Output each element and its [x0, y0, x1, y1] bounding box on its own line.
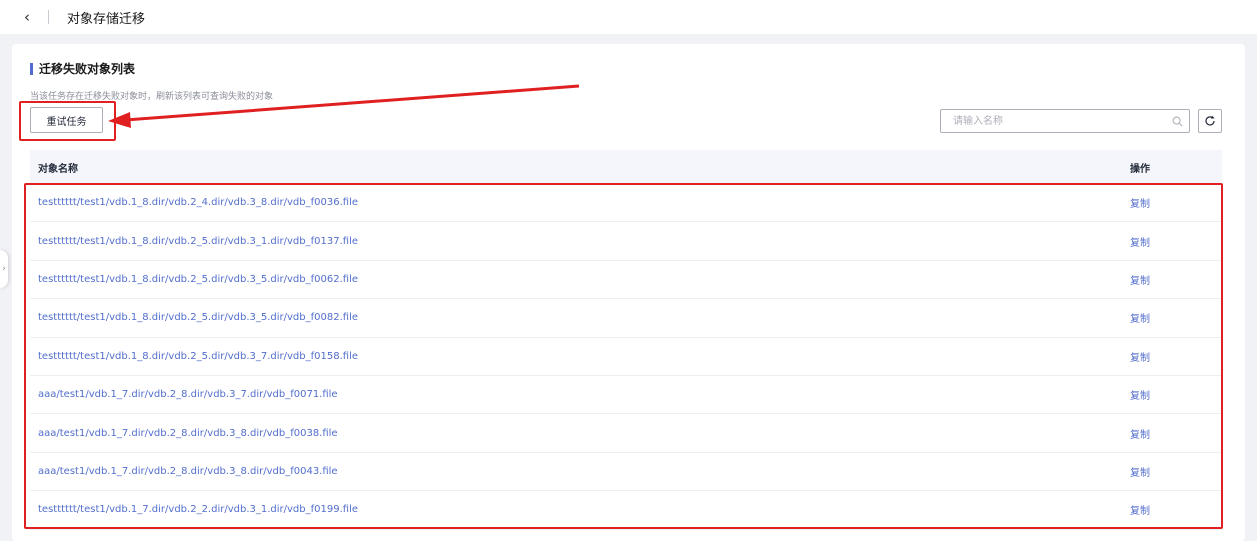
top-bar: ‹ 对象存储迁移 [0, 0, 1257, 34]
table-row: testttttt/test1/vdb.1_7.dir/vdb.2_2.dir/… [30, 491, 1222, 530]
object-name-link[interactable]: aaa/test1/vdb.1_7.dir/vdb.2_8.dir/vdb.3_… [30, 466, 1089, 477]
table-row: aaa/test1/vdb.1_7.dir/vdb.2_8.dir/vdb.3_… [30, 414, 1222, 453]
table-row: aaa/test1/vdb.1_7.dir/vdb.2_8.dir/vdb.3_… [30, 376, 1222, 415]
section-title: 迁移失败对象列表 [30, 60, 135, 77]
object-name-link[interactable]: testttttt/test1/vdb.1_8.dir/vdb.2_5.dir/… [30, 274, 1089, 285]
table-row: testttttt/test1/vdb.1_8.dir/vdb.2_5.dir/… [30, 338, 1222, 376]
chevron-left-icon[interactable]: ‹ [16, 6, 38, 28]
sidebar-expand-handle[interactable]: › [0, 250, 8, 288]
table-row: testttttt/test1/vdb.1_8.dir/vdb.2_5.dir/… [30, 261, 1222, 300]
copy-link[interactable]: 复制 [1130, 276, 1150, 287]
object-name-link[interactable]: aaa/test1/vdb.1_7.dir/vdb.2_8.dir/vdb.3_… [30, 428, 1089, 439]
section-title-text: 迁移失败对象列表 [39, 62, 136, 76]
copy-link[interactable]: 复制 [1130, 468, 1150, 479]
object-name-link[interactable]: testttttt/test1/vdb.1_8.dir/vdb.2_5.dir/… [30, 312, 1089, 323]
annotation-arrow [108, 84, 580, 128]
table-row: testttttt/test1/vdb.1_8.dir/vdb.2_5.dir/… [30, 222, 1222, 261]
object-name-link[interactable]: testttttt/test1/vdb.1_8.dir/vdb.2_5.dir/… [30, 236, 1089, 247]
object-name-link[interactable]: testttttt/test1/vdb.1_7.dir/vdb.2_2.dir/… [30, 504, 1089, 515]
copy-link[interactable]: 复制 [1130, 353, 1150, 364]
copy-link[interactable]: 复制 [1130, 430, 1150, 441]
object-name-link[interactable]: testttttt/test1/vdb.1_8.dir/vdb.2_5.dir/… [30, 351, 1089, 362]
object-name-link[interactable]: aaa/test1/vdb.1_7.dir/vdb.2_8.dir/vdb.3_… [30, 389, 1089, 400]
failed-objects-table: 对象名称 操作 testttttt/test1/vdb.1_8.dir/vdb.… [30, 150, 1222, 530]
table-row: testttttt/test1/vdb.1_8.dir/vdb.2_4.dir/… [30, 184, 1222, 223]
refresh-button[interactable] [1198, 109, 1222, 133]
copy-link[interactable]: 复制 [1130, 391, 1150, 402]
search-input[interactable] [941, 110, 1165, 132]
retry-task-button[interactable]: 重试任务 [30, 107, 103, 133]
object-name-link[interactable]: testttttt/test1/vdb.1_8.dir/vdb.2_4.dir/… [30, 197, 1089, 208]
table-header: 对象名称 操作 [30, 150, 1222, 184]
copy-link[interactable]: 复制 [1130, 506, 1150, 517]
copy-link[interactable]: 复制 [1130, 199, 1150, 210]
search-field[interactable] [940, 109, 1190, 133]
search-icon[interactable] [1165, 110, 1189, 132]
copy-link[interactable]: 复制 [1130, 238, 1150, 249]
chevron-right-icon: › [2, 264, 6, 274]
table-row: testttttt/test1/vdb.1_8.dir/vdb.2_5.dir/… [30, 299, 1222, 338]
divider [48, 10, 49, 24]
refresh-icon [1204, 112, 1216, 131]
page-title: 对象存储迁移 [67, 11, 146, 27]
table-row: aaa/test1/vdb.1_7.dir/vdb.2_8.dir/vdb.3_… [30, 453, 1222, 492]
column-header-actions: 操作 [1130, 163, 1150, 175]
column-header-name: 对象名称 [38, 163, 78, 175]
title-accent-bar [30, 62, 33, 75]
copy-link[interactable]: 复制 [1130, 314, 1150, 325]
failed-objects-card: 迁移失败对象列表 当该任务存在迁移失败对象时，刷新该列表可查询失败的对象 重试任… [12, 44, 1245, 541]
